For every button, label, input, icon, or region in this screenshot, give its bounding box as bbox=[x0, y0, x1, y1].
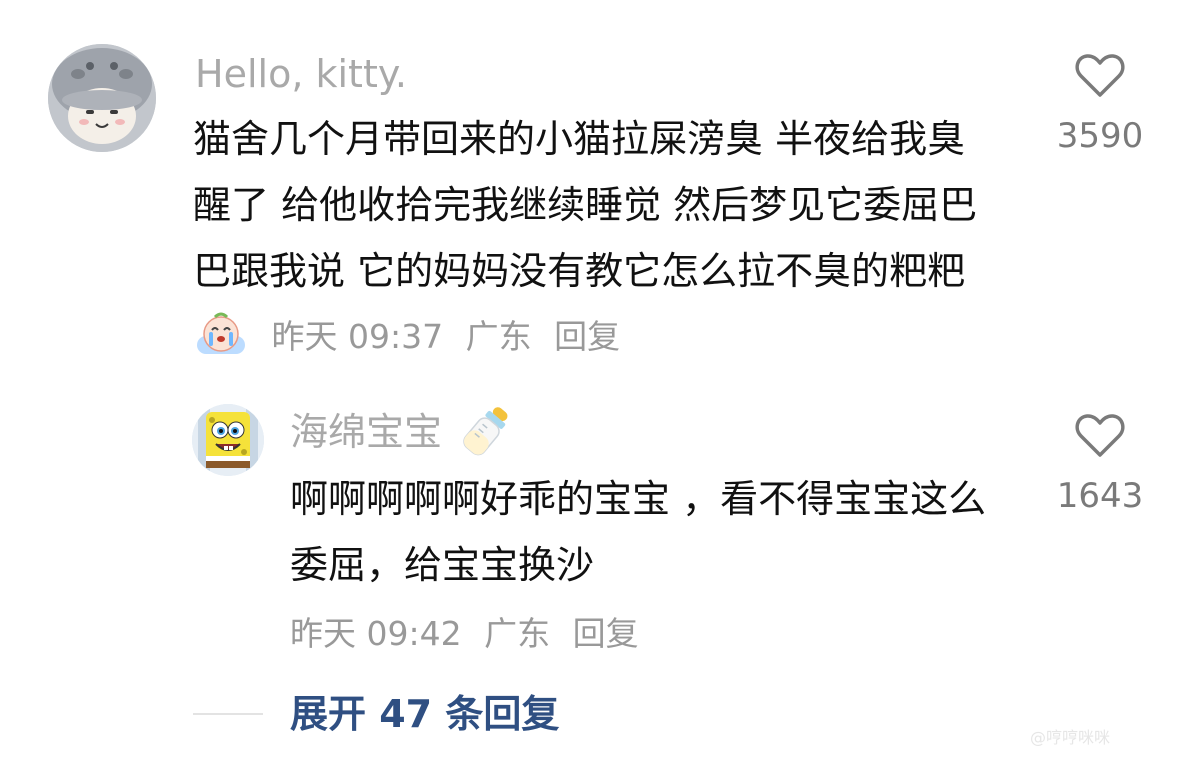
baby-bottle-icon bbox=[457, 402, 515, 460]
watermark: @哼哼咪咪 bbox=[1030, 728, 1111, 747]
expand-divider bbox=[193, 713, 263, 715]
comment-reply-button[interactable]: 回复 bbox=[554, 317, 620, 356]
reply-text: 啊啊啊啊啊好乖的宝宝 ，看不得宝宝这么委屈，给宝宝换沙 bbox=[290, 477, 987, 587]
comment-location: 广东 bbox=[465, 317, 532, 356]
reply-like-count: 1643 bbox=[1056, 476, 1144, 516]
expand-replies-button[interactable]: 展开 47 条回复 bbox=[290, 692, 559, 736]
reply-avatar[interactable] bbox=[192, 404, 264, 476]
comment-time: 昨天 09:37 bbox=[271, 317, 444, 356]
comment-username[interactable]: Hello, kitty. bbox=[195, 54, 407, 94]
spongebob-avatar-image bbox=[192, 404, 264, 476]
reply-like-button[interactable]: 1643 bbox=[1044, 412, 1156, 522]
comment-like-button[interactable]: 3590 bbox=[1044, 52, 1156, 162]
reply-reply-button[interactable]: 回复 bbox=[573, 614, 639, 653]
comment-like-count: 3590 bbox=[1056, 116, 1144, 156]
comment-avatar[interactable] bbox=[48, 44, 156, 152]
crying-face-emoji-icon bbox=[195, 310, 247, 354]
comment-item: Hello, kitty. 猫舍几个月带回来的小猫拉屎滂臭 半夜给我臭醒了 给他… bbox=[0, 0, 1179, 390]
comment-text-content: 猫舍几个月带回来的小猫拉屎滂臭 半夜给我臭醒了 给他收拾完我继续睡觉 然后梦见它… bbox=[193, 117, 978, 293]
comment-meta: 昨天 09:37 广东 回复 bbox=[261, 317, 621, 356]
reply-location: 广东 bbox=[484, 614, 551, 653]
heart-icon bbox=[1075, 414, 1125, 457]
heart-icon bbox=[1075, 54, 1125, 97]
comment-text: 猫舍几个月带回来的小猫拉屎滂臭 半夜给我臭醒了 给他收拾完我继续睡觉 然后梦见它… bbox=[193, 106, 993, 370]
reply-item: 海绵宝宝 啊啊啊啊啊好乖的宝宝 ，看不得宝宝这么委屈，给宝宝换沙 昨天 09:4… bbox=[0, 390, 1179, 660]
reply-username[interactable]: 海绵宝宝 bbox=[290, 412, 442, 452]
reply-time: 昨天 09:42 bbox=[290, 614, 462, 653]
plush-hat-avatar-image bbox=[48, 44, 156, 152]
reply-meta: 昨天 09:42 广东 回复 bbox=[290, 614, 639, 654]
